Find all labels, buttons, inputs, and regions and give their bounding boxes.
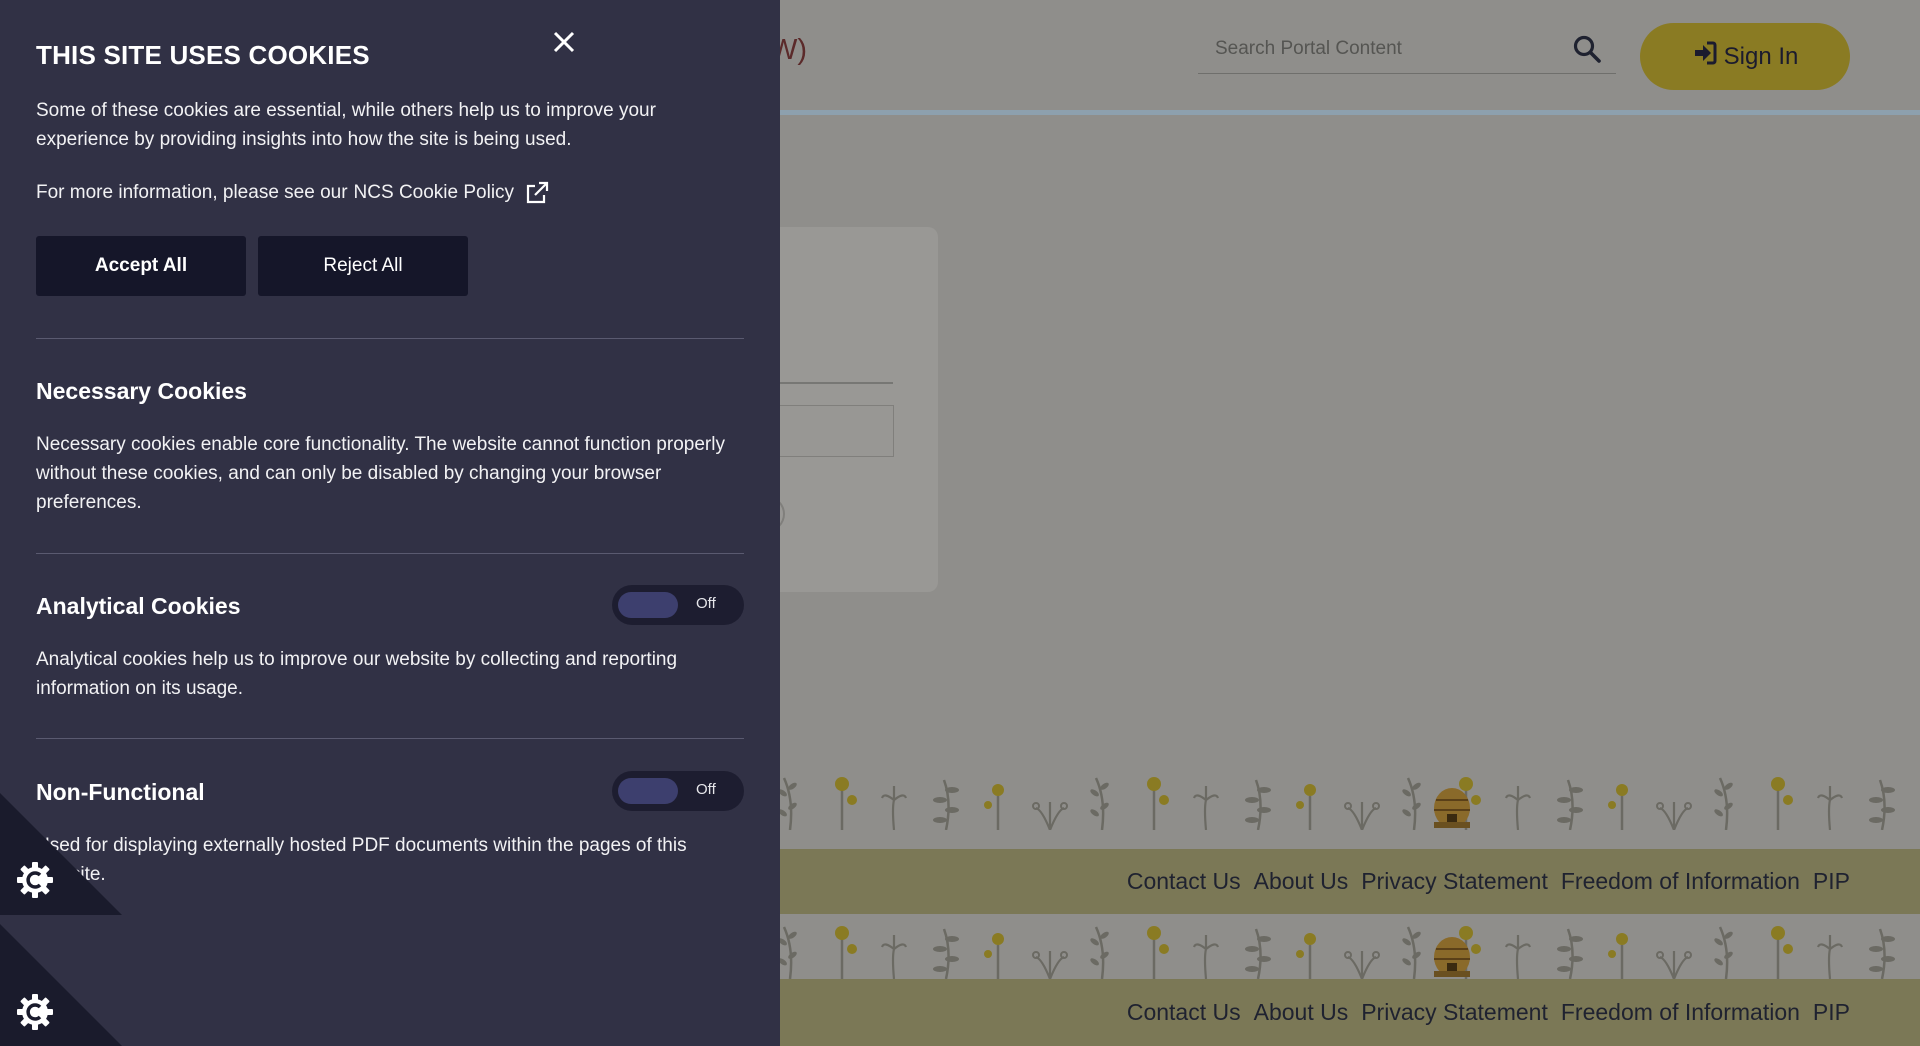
footer-link[interactable]: Privacy Statement xyxy=(1361,999,1548,1026)
reject-all-button[interactable]: Reject All xyxy=(258,236,468,296)
sign-in-label: Sign In xyxy=(1723,42,1799,70)
section-divider xyxy=(36,553,744,554)
footer-link[interactable]: Contact Us xyxy=(1127,999,1241,1026)
footer-link[interactable]: Privacy Statement xyxy=(1361,868,1548,895)
toggle-state-label: Off xyxy=(696,595,716,612)
footer-link[interactable]: PIP xyxy=(1813,868,1850,895)
toggle-knob xyxy=(618,778,678,804)
close-button[interactable] xyxy=(546,24,582,60)
search-input[interactable] xyxy=(1198,26,1568,72)
toggle-state-label: Off xyxy=(696,781,716,798)
toggle-knob xyxy=(618,592,678,618)
analytical-cookies-title: Analytical Cookies xyxy=(36,593,241,619)
cookie-settings-badge[interactable] xyxy=(0,793,122,915)
necessary-cookies-title: Necessary Cookies xyxy=(36,378,247,404)
cookie-policy-line: For more information, please see our NCS… xyxy=(36,180,550,206)
close-icon xyxy=(546,31,582,63)
footer-link[interactable]: About Us xyxy=(1254,999,1349,1026)
cookie-panel-title: THIS SITE USES COOKIES xyxy=(36,40,370,70)
section-divider xyxy=(36,738,744,739)
search-icon[interactable] xyxy=(1572,34,1602,64)
cookie-policy-link[interactable]: NCS Cookie Policy xyxy=(354,182,515,204)
cookie-intro-text: Some of these cookies are essential, whi… xyxy=(36,100,656,150)
footer-link[interactable]: PIP xyxy=(1813,999,1850,1026)
sign-in-icon xyxy=(1692,40,1718,73)
cookie-policy-prefix: For more information, please see our xyxy=(36,182,348,203)
non-functional-cookies-toggle[interactable]: Off xyxy=(612,771,744,811)
footer-link[interactable]: Freedom of Information xyxy=(1561,999,1800,1026)
necessary-cookies-text: Necessary cookies enable core functional… xyxy=(36,434,725,513)
search-box xyxy=(1198,26,1616,74)
cookie-consent-panel: THIS SITE USES COOKIES Some of these coo… xyxy=(0,0,780,1046)
footer-link[interactable]: Freedom of Information xyxy=(1561,868,1800,895)
footer-links: Contact Us About Us Privacy Statement Freed… xyxy=(1127,849,1850,914)
non-functional-cookies-text: Used for displaying externally hosted PD… xyxy=(36,835,687,885)
login-card-input[interactable] xyxy=(760,405,894,457)
footer-link[interactable]: Contact Us xyxy=(1127,868,1241,895)
cookie-settings-badge[interactable] xyxy=(0,924,122,1046)
analytical-cookies-toggle[interactable]: Off xyxy=(612,585,744,625)
footer-links: Contact Us About Us Privacy Statement Freed… xyxy=(1127,979,1850,1046)
cookie-settings-icon xyxy=(17,862,53,898)
footer-link[interactable]: About Us xyxy=(1254,868,1349,895)
cookie-settings-icon xyxy=(17,994,53,1030)
accept-all-button[interactable]: Accept All xyxy=(36,236,246,296)
section-divider xyxy=(36,338,744,339)
external-link-icon[interactable] xyxy=(524,180,550,206)
sign-in-button[interactable]: Sign In xyxy=(1640,23,1850,90)
analytical-cookies-text: Analytical cookies help us to improve ou… xyxy=(36,649,678,699)
